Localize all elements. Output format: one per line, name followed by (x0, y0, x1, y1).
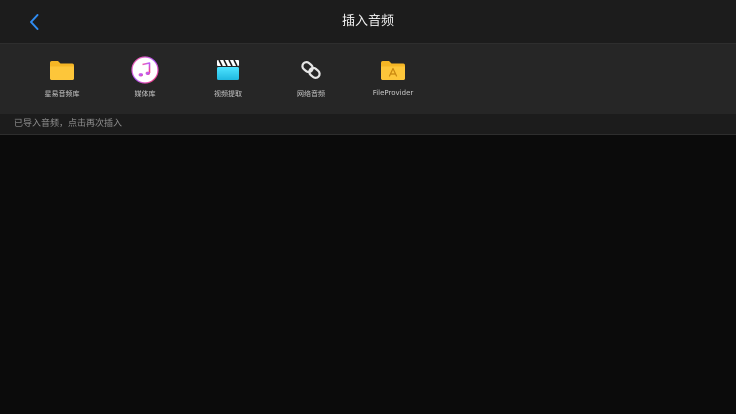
folder-icon (48, 56, 76, 84)
music-icon (131, 56, 159, 84)
source-item-label: FileProvider (372, 89, 414, 97)
source-item-label: 网络音频 (297, 90, 325, 98)
source-item-media-library[interactable]: 媒体库 (103, 44, 187, 114)
hint-bar: 已导入音频，点击再次插入 (0, 114, 736, 135)
clapperboard-icon (214, 56, 242, 84)
folder-app-icon (379, 56, 407, 84)
source-item-label: 星易音频库 (44, 90, 80, 98)
source-item-label: 媒体库 (134, 90, 156, 98)
insert-audio-screen: 插入音频 星易音频库 媒体库 视频提取 网络音频 FileProvider 已导… (0, 0, 736, 414)
source-item-network-audio[interactable]: 网络音频 (269, 44, 353, 114)
audio-source-bar: 星易音频库 媒体库 视频提取 网络音频 FileProvider (0, 44, 736, 114)
navigation-bar: 插入音频 (0, 0, 736, 44)
source-item-audio-library[interactable]: 星易音频库 (20, 44, 104, 114)
page-title: 插入音频 (341, 14, 394, 29)
imported-audio-list (0, 135, 736, 414)
hint-text: 已导入音频，点击再次插入 (14, 119, 123, 129)
source-item-fileprovider[interactable]: FileProvider (351, 44, 435, 114)
link-icon (297, 56, 325, 84)
source-item-label: 视频提取 (214, 90, 242, 98)
source-item-video-extract[interactable]: 视频提取 (186, 44, 270, 114)
